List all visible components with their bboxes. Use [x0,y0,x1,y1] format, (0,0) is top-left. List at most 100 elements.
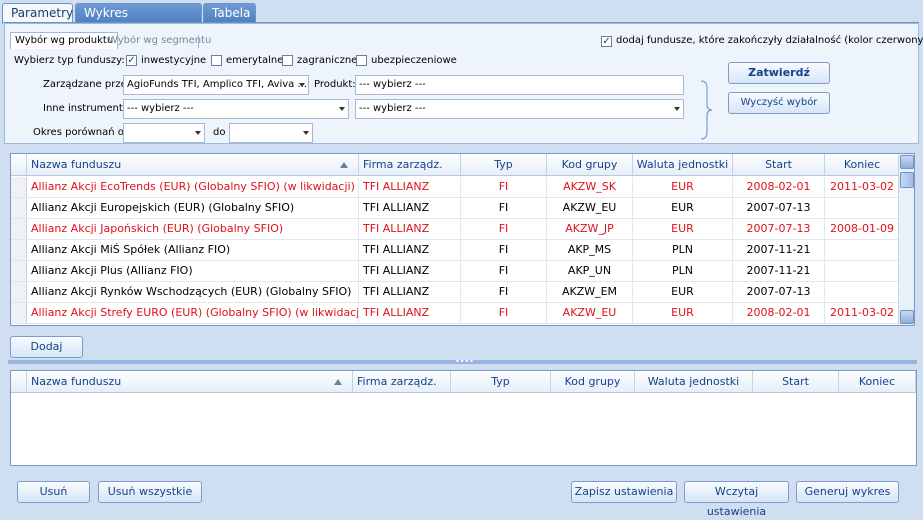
row-indicator[interactable] [11,240,27,260]
tab-parametry[interactable]: Parametry [2,3,73,24]
selected-funds-grid-header: Nazwa funduszu Firma zarządz. Typ Kod gr… [11,371,916,393]
header-start[interactable]: Start [733,154,825,176]
other-instruments-select[interactable]: --- wybierz --- [123,99,349,119]
clear-selection-button[interactable]: Wyczyść wybór [728,92,830,114]
cell-type: FI [461,303,547,324]
managed-by-value: AgioFunds TFI, Amplico TFI, Aviva ... [127,79,308,90]
cell-company: TFI ALLIANZ [359,261,461,282]
cell-name: Allianz Akcji MiŚ Spółek (Allianz FIO) [27,240,359,261]
cell-type: FI [461,198,547,219]
save-settings-button[interactable]: Zapisz ustawienia [571,481,677,503]
row-indicator[interactable] [11,303,27,323]
header-end[interactable]: Koniec [825,154,900,176]
header-fund-name[interactable]: Nazwa funduszu [27,371,353,393]
header-group-code[interactable]: Kod grupy [547,154,633,176]
cell-currency: EUR [633,177,733,198]
fund-type-ubezpieczeniowe-checkbox[interactable] [356,55,367,66]
cell-company: TFI ALLIANZ [359,282,461,303]
header-currency[interactable]: Waluta jednostki [633,154,733,176]
header-company[interactable]: Firma zarządz. [359,154,461,176]
other-instruments-value: --- wybierz --- [127,103,194,114]
header-type[interactable]: Typ [451,371,551,393]
fund-type-zagraniczne-checkbox[interactable] [282,55,293,66]
cell-group: AKZW_SK [547,177,633,198]
cell-company: TFI ALLIANZ [359,198,461,219]
remove-all-button[interactable]: Usuń wszystkie [98,481,202,503]
funds-grid-scrollbar[interactable] [898,154,914,325]
table-row[interactable]: Allianz Akcji Europejskich (EUR) (Global… [11,198,914,219]
period-from-label: Okres porównań od: [33,127,134,138]
other-instruments-value-2: --- wybierz --- [359,103,426,114]
include-closed-label: dodaj fundusze, które zakończyły działal… [616,35,923,46]
period-from-select[interactable] [123,123,205,143]
fund-type-ubezpieczeniowe-label: ubezpieczeniowe [371,55,457,66]
fund-type-inwestycyjne-label: inwestycyjne [141,55,207,66]
header-fund-name-label: Nazwa funduszu [31,158,122,171]
cell-start: 2007-07-13 [733,282,825,303]
cell-company: TFI ALLIANZ [359,219,461,240]
cell-type: FI [461,261,547,282]
period-to-select[interactable] [229,123,313,143]
header-company[interactable]: Firma zarządz. [353,371,451,393]
table-row[interactable]: Allianz Akcji Plus (Allianz FIO) TFI ALLI… [11,261,914,282]
add-button[interactable]: Dodaj [10,336,83,358]
cell-end: 2011-03-02 [825,303,900,324]
selected-funds-grid: Nazwa funduszu Firma zarządz. Typ Kod gr… [10,370,917,466]
cell-name: Allianz Akcji Japońskich (EUR) (Globalny… [27,219,359,240]
period-to-label: do [213,127,226,138]
cell-type: FI [461,177,547,198]
chevron-down-icon [303,131,309,135]
other-instruments-label: Inne instrumenty: [43,103,132,114]
header-start[interactable]: Start [753,371,839,393]
cell-name: Allianz Akcji Plus (Allianz FIO) [27,261,359,282]
chevron-down-icon [674,107,680,111]
cell-end [825,198,900,219]
header-group-code[interactable]: Kod grupy [551,371,635,393]
cell-name: Allianz Akcji Strefy EURO (EUR) (Globaln… [27,303,359,324]
header-type[interactable]: Typ [461,154,547,176]
include-closed-checkbox[interactable]: ✓ [601,36,612,47]
scroll-down-icon[interactable] [900,310,914,324]
row-indicator[interactable] [11,198,27,218]
cell-end [825,261,900,282]
other-instruments-select-2[interactable]: --- wybierz --- [355,99,684,119]
table-row[interactable]: Allianz Akcji MiŚ Spółek (Allianz FIO) TF… [11,240,914,261]
tab-wykres-porownawczy[interactable]: Wykres porównawczy [75,3,202,39]
cell-company: TFI ALLIANZ [359,240,461,261]
fund-type-emerytalne-checkbox[interactable] [211,55,222,66]
cell-name: Allianz Akcji EcoTrends (EUR) (Globalny … [27,177,359,198]
fund-type-inwestycyjne-checkbox[interactable]: ✓ [126,55,137,66]
tab-tabela[interactable]: Tabela [203,3,256,23]
table-row[interactable]: Allianz Akcji Strefy EURO (EUR) (Globaln… [11,303,914,324]
cell-currency: EUR [633,282,733,303]
product-select[interactable]: --- wybierz --- [355,75,684,95]
row-indicator[interactable] [11,219,27,239]
cell-company: TFI ALLIANZ [359,177,461,198]
header-indicator [11,154,27,176]
cell-company: TFI ALLIANZ [359,303,461,324]
scroll-up-icon[interactable] [900,155,914,169]
header-end[interactable]: Koniec [839,371,916,393]
header-currency[interactable]: Waluta jednostki [635,371,753,393]
chevron-down-icon [339,107,345,111]
load-settings-button[interactable]: Wczytaj ustawienia [684,481,789,518]
header-fund-name[interactable]: Nazwa funduszu [27,154,359,176]
table-row[interactable]: Allianz Akcji Japońskich (EUR) (Globalny… [11,219,914,240]
cell-end [825,240,900,261]
table-row[interactable]: Allianz Akcji EcoTrends (EUR) (Globalny … [11,177,914,198]
table-row[interactable]: Allianz Akcji Rynków Wschodzących (EUR) … [11,282,914,303]
cell-start: 2008-02-01 [733,303,825,324]
cell-currency: EUR [633,198,733,219]
row-indicator[interactable] [11,282,27,302]
row-indicator[interactable] [11,261,27,281]
funds-grid: Nazwa funduszu Firma zarządz. Typ Kod gr… [10,153,915,326]
subtab-by-product[interactable]: Wybór wg produktu [10,32,119,49]
remove-button[interactable]: Usuń [17,481,90,503]
subtab-separator [198,35,199,48]
cell-type: FI [461,219,547,240]
managed-by-select[interactable]: AgioFunds TFI, Amplico TFI, Aviva ... [123,75,309,95]
row-indicator[interactable] [11,177,27,197]
generate-chart-button[interactable]: Generuj wykres [796,481,899,503]
scroll-thumb[interactable] [900,172,914,188]
confirm-button[interactable]: Zatwierdź [728,62,830,84]
